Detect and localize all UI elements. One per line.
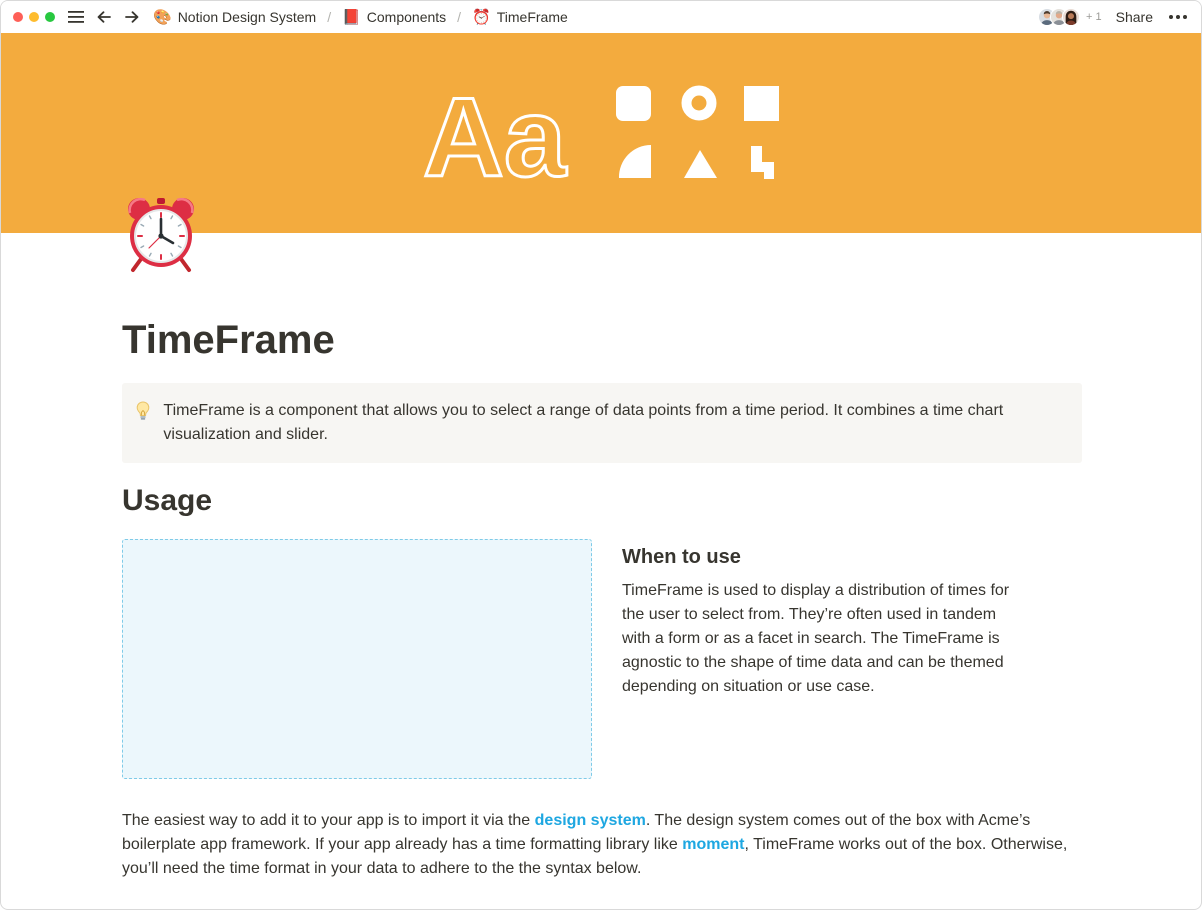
page-title[interactable]: TimeFrame — [122, 315, 335, 365]
forward-arrow-icon[interactable] — [121, 6, 143, 28]
collaborator-avatars[interactable] — [1038, 8, 1081, 26]
breadcrumb: 🎨 Notion Design System / 📕 Components / … — [151, 7, 570, 27]
lightbulb-icon[interactable] — [122, 383, 163, 463]
alarm-clock-icon[interactable] — [121, 193, 201, 273]
more-options-icon[interactable] — [1169, 15, 1187, 19]
breadcrumb-notion-design-system[interactable]: 🎨 Notion Design System — [151, 7, 318, 27]
breadcrumb-label: Notion Design System — [177, 9, 317, 25]
breadcrumb-separator: / — [457, 9, 462, 25]
minimize-window-button[interactable] — [29, 12, 39, 22]
close-window-button[interactable] — [13, 12, 23, 22]
app-window: 🎨 Notion Design System / 📕 Components / … — [0, 0, 1202, 910]
avatar — [1062, 8, 1081, 26]
body-paragraph[interactable]: The easiest way to add it to your app is… — [122, 809, 1082, 881]
ring-shape — [681, 85, 717, 121]
quarter-circle-shape — [618, 145, 651, 178]
when-to-use-heading[interactable]: When to use — [622, 541, 1022, 573]
rounded-square-shape — [616, 86, 651, 121]
top-bar: 🎨 Notion Design System / 📕 Components / … — [1, 1, 1201, 33]
square-shape — [744, 86, 779, 121]
extra-collaborators-count: + 1 — [1086, 11, 1102, 23]
triangle-shape — [684, 150, 717, 178]
breadcrumb-label: TimeFrame — [496, 9, 568, 25]
zoom-window-button[interactable] — [45, 12, 55, 22]
when-to-use-text[interactable]: TimeFrame is used to display a distribut… — [622, 579, 1012, 699]
menu-icon[interactable] — [65, 6, 87, 28]
alarm-clock-icon: ⏰ — [472, 8, 491, 26]
step-shape — [751, 146, 774, 179]
breadcrumb-label: Components — [366, 9, 447, 25]
callout-text[interactable]: TimeFrame is a component that allows you… — [163, 383, 1082, 463]
back-arrow-icon[interactable] — [93, 6, 115, 28]
breadcrumb-separator: / — [327, 9, 332, 25]
moment-link[interactable]: moment — [682, 836, 744, 853]
breadcrumb-timeframe[interactable]: ⏰ TimeFrame — [470, 7, 570, 27]
when-to-use-column: When to use TimeFrame is used to display… — [622, 541, 1022, 699]
window-controls — [13, 12, 55, 22]
design-system-link[interactable]: design system — [535, 812, 646, 829]
image-placeholder[interactable] — [122, 539, 592, 779]
callout-block[interactable]: TimeFrame is a component that allows you… — [122, 383, 1082, 463]
share-button[interactable]: Share — [1116, 9, 1153, 25]
usage-heading[interactable]: Usage — [122, 481, 212, 521]
book-icon: 📕 — [342, 8, 361, 26]
paragraph-text: The easiest way to add it to your app is… — [122, 812, 535, 829]
breadcrumb-components[interactable]: 📕 Components — [340, 7, 448, 27]
top-bar-actions: + 1 Share — [1038, 8, 1187, 26]
palette-icon: 🎨 — [153, 8, 172, 26]
cover-aa-text: Aa — [423, 75, 567, 200]
